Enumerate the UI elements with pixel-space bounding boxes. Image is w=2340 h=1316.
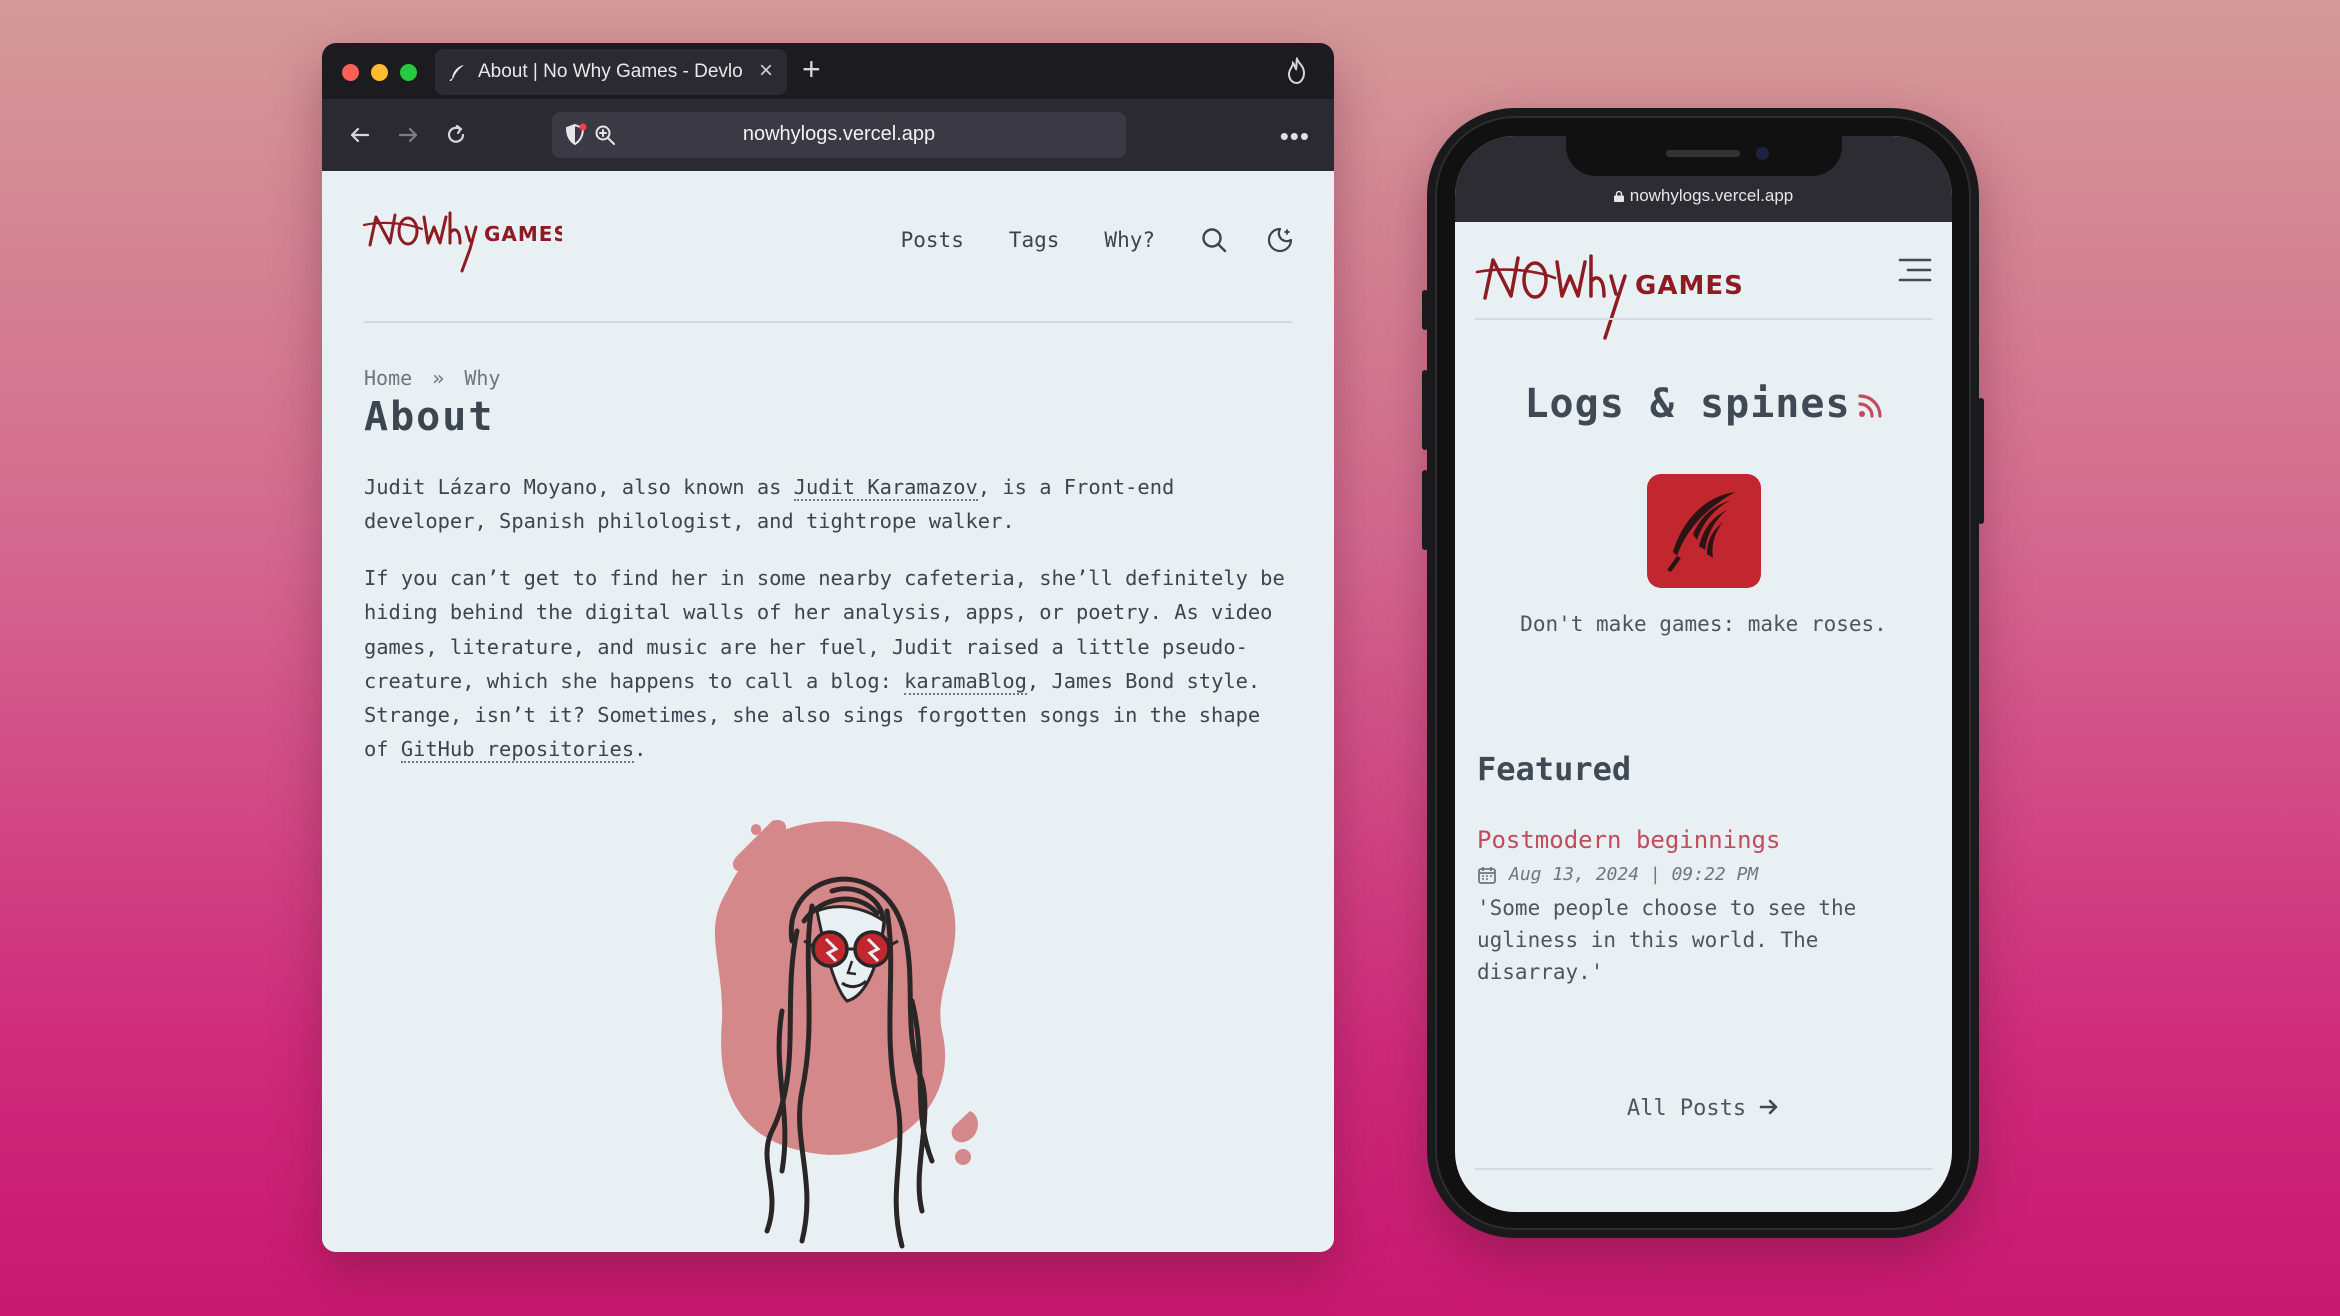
reload-icon[interactable] [440,119,472,151]
github-repositories-link[interactable]: GitHub repositories [400,737,635,764]
mobile-site-title: Logs & spines [1455,381,1952,427]
featured-post-excerpt: 'Some people choose to see the ugliness … [1477,896,1857,984]
karamablog-link[interactable]: karamaBlog [904,668,1027,695]
forward-arrow-icon[interactable] [392,119,424,151]
feather-icon [1667,492,1735,572]
about-paragraph-1: Judit Lázaro Moyano, also known as Judit… [364,470,1294,539]
no-why-games-logo[interactable]: GAMES [1475,246,1745,346]
mobile-title-text: Logs & spines [1524,381,1851,427]
search-icon[interactable] [1200,226,1228,254]
hamburger-menu-icon[interactable] [1898,256,1932,284]
site-avatar-icon [1647,474,1761,588]
header-divider [364,321,1292,323]
all-posts-link[interactable]: All Posts [1455,1096,1952,1121]
address-bar[interactable]: nowhylogs.vercel.app [552,112,1126,158]
featured-heading: Featured [1477,750,1632,788]
p2-text-c: . [634,737,647,762]
breadcrumb-separator: » [432,366,445,390]
more-menu-icon[interactable]: ••• [1280,121,1310,152]
browser-window: About | No Why Games - Devlo × + nowhylo… [322,43,1334,1252]
nav-posts[interactable]: Posts [901,228,964,252]
lock-icon [1613,191,1624,202]
page-title: About [364,394,495,440]
nav-tags[interactable]: Tags [1009,228,1060,252]
svg-text:GAMES: GAMES [484,222,562,246]
rss-icon[interactable] [1857,393,1883,419]
judit-karamazov-link[interactable]: Judit Karamazov [793,475,978,501]
mobile-tagline: Don't make games: make roses. [1520,612,1887,636]
close-window-button[interactable] [342,64,359,81]
mobile-url-bar[interactable]: nowhylogs.vercel.app [1455,186,1952,206]
phone-notch [1566,136,1842,176]
tab-bar: About | No Why Games - Devlo × + [322,43,1334,99]
breadcrumb-home[interactable]: Home [364,366,412,390]
tab-title: About | No Why Games - Devlo [478,61,743,82]
no-why-games-logo[interactable]: GAMES [362,205,562,275]
mobile-header-divider [1475,318,1932,320]
about-paragraph-2: If you can’t get to find her in some nea… [364,561,1294,767]
all-posts-label: All Posts [1626,1096,1747,1121]
main-nav: Posts Tags Why? [901,226,1294,254]
maximize-window-button[interactable] [400,64,417,81]
web-page: GAMES Posts Tags Why? Home » Why About J… [322,171,1334,1252]
url-text: nowhylogs.vercel.app [742,123,936,145]
close-tab-icon[interactable]: × [759,57,773,85]
featured-post-title-link[interactable]: Postmodern beginnings [1477,826,1780,854]
firefox-view-flame-icon[interactable] [1284,57,1310,85]
minimize-window-button[interactable] [371,64,388,81]
back-arrow-icon[interactable] [344,119,376,151]
moon-icon[interactable] [1266,226,1294,254]
new-tab-button[interactable]: + [802,51,821,88]
breadcrumb-current[interactable]: Why [464,366,500,390]
phone-screen: nowhylogs.vercel.app GAMES Logs & spines… [1455,136,1952,1212]
nav-why[interactable]: Why? [1104,228,1155,252]
mobile-url-text: nowhylogs.vercel.app [1629,186,1794,205]
calendar-icon [1478,866,1496,884]
featured-post-date: Aug 13, 2024 | 09:22 PM [1477,864,1758,885]
arrow-right-icon [1759,1099,1778,1115]
feather-favicon-icon [449,65,464,81]
browser-toolbar: nowhylogs.vercel.app ••• [322,99,1334,171]
author-portrait-illustration [714,820,978,1249]
breadcrumb: Home » Why [364,366,500,390]
featured-post-date-text: Aug 13, 2024 | 09:22 PM [1509,864,1759,885]
phone-device: nowhylogs.vercel.app GAMES Logs & spines… [1422,108,1984,1238]
mobile-footer-divider [1475,1168,1932,1170]
tab-about[interactable]: About | No Why Games - Devlo × [435,49,787,95]
p1-text-a: Judit Lázaro Moyano, also known as [364,475,794,499]
svg-text:GAMES: GAMES [1635,271,1744,301]
